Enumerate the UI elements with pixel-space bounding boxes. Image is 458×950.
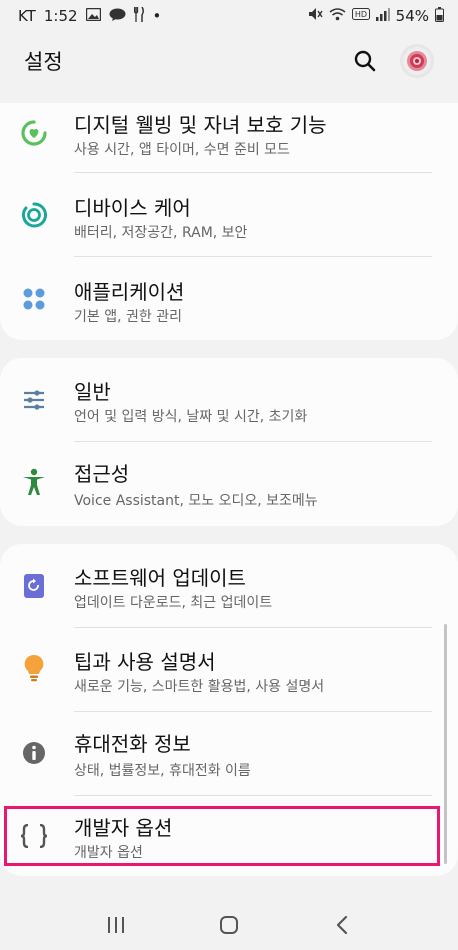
battery-label: 54% xyxy=(395,7,429,25)
back-icon xyxy=(336,915,347,935)
lightbulb-icon xyxy=(20,654,48,682)
setting-subtitle: Voice Assistant, 모노 오디오, 보조메뉴 xyxy=(74,493,318,509)
hd-voice-icon: HD xyxy=(351,8,370,24)
profile-flower-icon xyxy=(403,47,431,75)
setting-title: 디지털 웰빙 및 자녀 보호 기능 xyxy=(74,113,327,137)
profile-avatar[interactable] xyxy=(400,44,434,78)
navigation-bar xyxy=(0,900,458,950)
accessibility-icon xyxy=(20,468,48,496)
setting-title: 접근성 xyxy=(74,462,130,486)
scrollbar[interactable] xyxy=(444,624,447,864)
mute-icon xyxy=(308,7,323,25)
setting-subtitle: 배터리, 저장공간, RAM, 보안 xyxy=(74,225,248,241)
fork-knife-icon xyxy=(133,6,145,26)
search-icon xyxy=(354,50,376,72)
setting-accessibility[interactable]: 접근성 Voice Assistant, 모노 오디오, 보조메뉴 xyxy=(0,442,458,526)
wifi-icon xyxy=(329,7,346,25)
status-bar: KT 1:52 • HD 54% xyxy=(0,0,458,32)
device-care-icon xyxy=(20,201,48,229)
setting-subtitle: 언어 및 입력 방식, 날짜 및 시간, 초기화 xyxy=(74,409,308,425)
setting-title: 휴대전화 정보 xyxy=(74,732,191,756)
setting-subtitle: 사용 시간, 앱 타이머, 수면 준비 모드 xyxy=(74,142,290,158)
setting-title: 팁과 사용 설명서 xyxy=(74,650,216,674)
software-update-icon xyxy=(20,572,48,600)
clock-label: 1:52 xyxy=(43,7,78,25)
settings-card-1: 디지털 웰빙 및 자녀 보호 기능 사용 시간, 앱 타이머, 수면 준비 모드… xyxy=(0,103,458,340)
setting-title: 애플리케이션 xyxy=(74,280,185,304)
setting-software-update[interactable]: 소프트웨어 업데이트 업데이트 다운로드, 최근 업데이트 xyxy=(0,544,458,628)
apps-icon xyxy=(20,285,48,313)
setting-subtitle: 상태, 법률정보, 휴대전화 이름 xyxy=(74,763,251,779)
developer-options-highlight xyxy=(4,806,440,866)
battery-icon xyxy=(435,6,444,26)
home-button[interactable] xyxy=(209,905,249,945)
digital-wellbeing-icon xyxy=(20,119,48,147)
app-bar: 설정 xyxy=(0,38,458,84)
gallery-icon xyxy=(85,7,101,25)
notification-dot: • xyxy=(152,7,162,25)
svg-text:HD: HD xyxy=(355,10,367,19)
setting-general[interactable]: 일반 언어 및 입력 방식, 날짜 및 시간, 초기화 xyxy=(0,358,458,442)
setting-title: 소프트웨어 업데이트 xyxy=(74,566,246,590)
signal-icon xyxy=(375,7,390,25)
setting-title: 디바이스 케어 xyxy=(74,196,191,220)
setting-applications[interactable]: 애플리케이션 기본 앱, 권한 관리 xyxy=(0,257,458,341)
setting-device-care[interactable]: 디바이스 케어 배터리, 저장공간, RAM, 보안 xyxy=(0,173,458,257)
sliders-icon xyxy=(20,386,48,414)
recent-apps-icon xyxy=(108,917,125,933)
setting-title: 일반 xyxy=(74,380,111,404)
page-title: 설정 xyxy=(24,50,63,74)
chat-bubble-icon xyxy=(109,8,126,25)
setting-phone-info[interactable]: 휴대전화 정보 상태, 법률정보, 휴대전화 이름 xyxy=(0,712,458,796)
carrier-label: KT xyxy=(18,7,36,25)
home-icon xyxy=(219,916,238,934)
search-button[interactable] xyxy=(352,48,378,74)
recent-apps-button[interactable] xyxy=(96,905,136,945)
setting-tips[interactable]: 팁과 사용 설명서 새로운 기능, 스마트한 활용법, 사용 설명서 xyxy=(0,628,458,712)
info-icon xyxy=(20,739,48,767)
setting-subtitle: 업데이트 다운로드, 최근 업데이트 xyxy=(74,595,273,611)
back-button[interactable] xyxy=(322,905,362,945)
settings-card-2: 일반 언어 및 입력 방식, 날짜 및 시간, 초기화 접근성 Voice As… xyxy=(0,358,458,526)
setting-subtitle: 새로운 기능, 스마트한 활용법, 사용 설명서 xyxy=(74,679,325,695)
setting-subtitle: 기본 앱, 권한 관리 xyxy=(74,309,182,325)
